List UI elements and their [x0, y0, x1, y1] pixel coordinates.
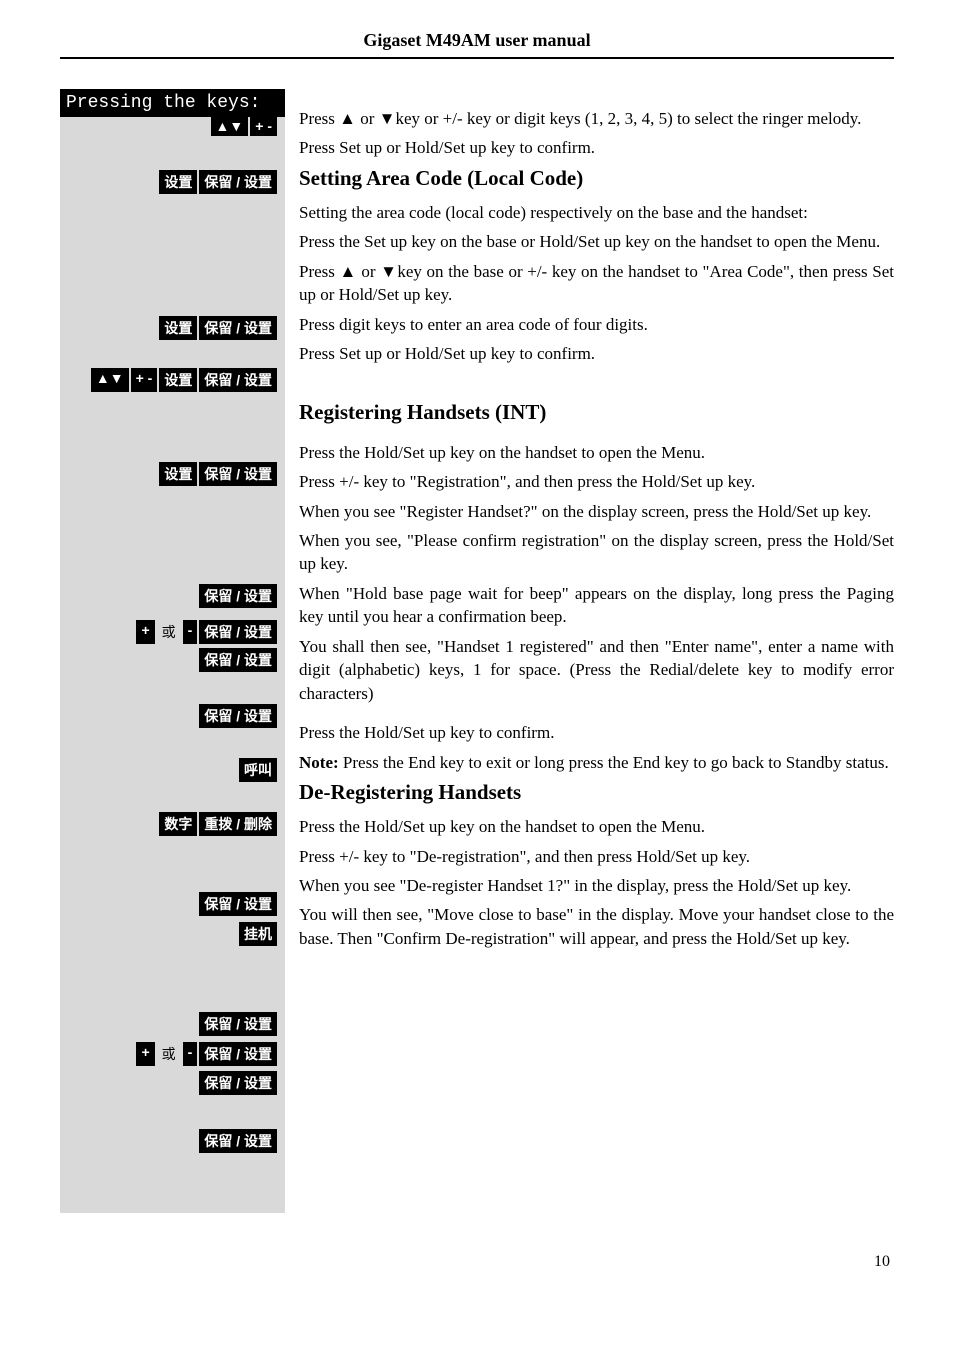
- dereg-confirm-prompt: When you see "De-register Handset 1?" in…: [299, 874, 894, 897]
- arrows-updown-icon: ▲▼: [91, 368, 129, 392]
- page-number: 10: [60, 1253, 894, 1271]
- set-button-label: 设置: [159, 368, 197, 392]
- hold-set-button-label: 保留 / 设置: [199, 1012, 277, 1036]
- note-text: Press the End key to exit or long press …: [339, 753, 889, 772]
- hold-set-button-label: 保留 / 设置: [199, 368, 277, 392]
- ringer-select-text: Press ▲ or ▼key or +/- key or digit keys…: [299, 107, 894, 130]
- area-code-intro: Setting the area code (local code) respe…: [299, 201, 894, 224]
- plus-icon: +: [136, 1042, 154, 1066]
- digit-button-label: 数字: [159, 812, 197, 836]
- hold-set-button-label: 保留 / 设置: [199, 892, 277, 916]
- reg-open-menu: Press the Hold/Set up key on the handset…: [299, 441, 894, 464]
- hold-set-button-label: 保留 / 设置: [199, 462, 277, 486]
- hold-set-button-label: 保留 / 设置: [199, 1042, 277, 1066]
- dereg-open-menu: Press the Hold/Set up key on the handset…: [299, 815, 894, 838]
- area-code-confirm: Press Set up or Hold/Set up key to confi…: [299, 342, 894, 365]
- minus-icon: -: [183, 1042, 198, 1066]
- hold-set-button-label: 保留 / 设置: [199, 170, 277, 194]
- set-button-label: 设置: [159, 462, 197, 486]
- key-row-hold-6: 保留 / 设置: [199, 1071, 277, 1095]
- reg-note: Note: Press the End key to exit or long …: [299, 751, 894, 774]
- key-row-hold-7: 保留 / 设置: [199, 1129, 277, 1153]
- reg-enter-name: You shall then see, "Handset 1 registere…: [299, 635, 894, 705]
- key-row-digit-redial: 数字 重拨 / 删除: [159, 812, 277, 836]
- dereg-move-close: You will then see, "Move close to base" …: [299, 903, 894, 950]
- key-row-arrows-pm-set-hold: ▲▼ + - 设置 保留 / 设置: [91, 368, 277, 392]
- end-button-label: 挂机: [239, 922, 277, 946]
- hold-set-button-label: 保留 / 设置: [199, 648, 277, 672]
- area-code-open-menu: Press the Set up key on the base or Hold…: [299, 230, 894, 253]
- set-button-label: 设置: [159, 170, 197, 194]
- hold-set-button-label: 保留 / 设置: [199, 584, 277, 608]
- key-row-arrows-pm: ▲▼ + -: [211, 116, 277, 136]
- area-code-navigate: Press ▲ or ▼key on the base or +/- key o…: [299, 260, 894, 307]
- sidebar: Pressing the keys: ▲▼ + - 设置 保留 / 设置 设置 …: [60, 89, 285, 1213]
- ringer-confirm-text: Press Set up or Hold/Set up key to confi…: [299, 136, 894, 159]
- pressing-keys-block: Pressing the keys:: [60, 89, 285, 117]
- plus-minus-icon: + -: [250, 116, 277, 136]
- key-row-hold-2: 保留 / 设置: [199, 648, 277, 672]
- reg-register-handset: When you see "Register Handset?" on the …: [299, 500, 894, 523]
- key-row-set-hold: 设置 保留 / 设置: [159, 170, 277, 194]
- arrows-updown-icon: ▲▼: [211, 116, 249, 136]
- key-row-hold-3: 保留 / 设置: [199, 704, 277, 728]
- key-row-plus-or-minus-hold-2: + 或 - 保留 / 设置: [136, 1042, 277, 1066]
- note-label: Note:: [299, 753, 339, 772]
- or-label: 或: [157, 620, 181, 644]
- plus-minus-icon: + -: [131, 368, 158, 392]
- hold-set-button-label: 保留 / 设置: [199, 316, 277, 340]
- hold-set-button-label: 保留 / 设置: [199, 1129, 277, 1153]
- key-row-hold-4: 保留 / 设置: [199, 892, 277, 916]
- reg-confirm-registration: When you see, "Please confirm registrati…: [299, 529, 894, 576]
- plus-icon: +: [136, 620, 154, 644]
- minus-icon: -: [183, 620, 198, 644]
- hold-set-button-label: 保留 / 设置: [199, 704, 277, 728]
- key-row-call: 呼叫: [239, 758, 277, 782]
- reg-confirm: Press the Hold/Set up key to confirm.: [299, 721, 894, 744]
- key-row-set-hold-2: 设置 保留 / 设置: [159, 316, 277, 340]
- hold-set-button-label: 保留 / 设置: [199, 1071, 277, 1095]
- key-row-hold: 保留 / 设置: [199, 584, 277, 608]
- hold-set-button-label: 保留 / 设置: [199, 620, 277, 644]
- reg-navigate: Press +/- key to "Registration", and the…: [299, 470, 894, 493]
- redial-delete-button-label: 重拨 / 删除: [199, 812, 277, 836]
- key-row-end: 挂机: [239, 922, 277, 946]
- key-row-hold-5: 保留 / 设置: [199, 1012, 277, 1036]
- key-row-set-hold-3: 设置 保留 / 设置: [159, 462, 277, 486]
- main-content: Press ▲ or ▼key or +/- key or digit keys…: [285, 89, 894, 1213]
- dereg-title: De-Registering Handsets: [299, 780, 894, 805]
- area-code-title: Setting Area Code (Local Code): [299, 166, 894, 191]
- or-label: 或: [157, 1042, 181, 1066]
- area-code-enter-digits: Press digit keys to enter an area code o…: [299, 313, 894, 336]
- reg-hold-base-page: When "Hold base page wait for beep" appe…: [299, 582, 894, 629]
- pressing-keys-title: Pressing the keys:: [60, 89, 285, 117]
- set-button-label: 设置: [159, 316, 197, 340]
- key-row-plus-or-minus-hold: + 或 - 保留 / 设置: [136, 620, 277, 644]
- call-button-label: 呼叫: [239, 758, 277, 782]
- page-header: Gigaset M49AM user manual: [60, 30, 894, 59]
- dereg-navigate: Press +/- key to "De-registration", and …: [299, 845, 894, 868]
- registering-title: Registering Handsets (INT): [299, 400, 894, 425]
